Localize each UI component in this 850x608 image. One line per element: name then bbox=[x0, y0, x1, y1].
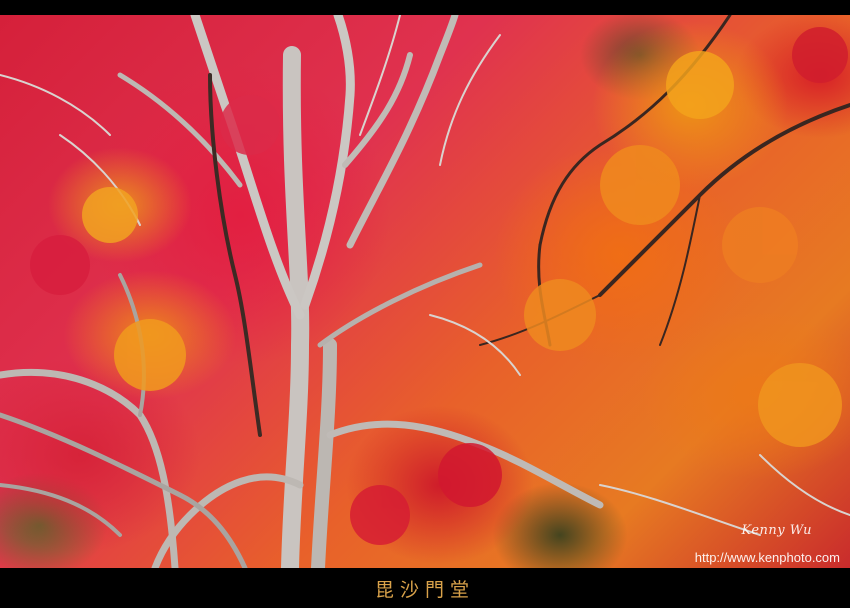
photo-caption: 毘沙門堂 bbox=[374, 578, 475, 601]
photo-frame: Kenny Wu http://www.kenphoto.com 毘沙門堂 bbox=[0, 0, 850, 608]
tree-branches bbox=[0, 15, 850, 568]
photographer-signature: Kenny Wu bbox=[741, 523, 812, 538]
autumn-maple-photo: Kenny Wu http://www.kenphoto.com bbox=[0, 15, 850, 568]
photographer-url: http://www.kenphoto.com bbox=[694, 550, 840, 565]
